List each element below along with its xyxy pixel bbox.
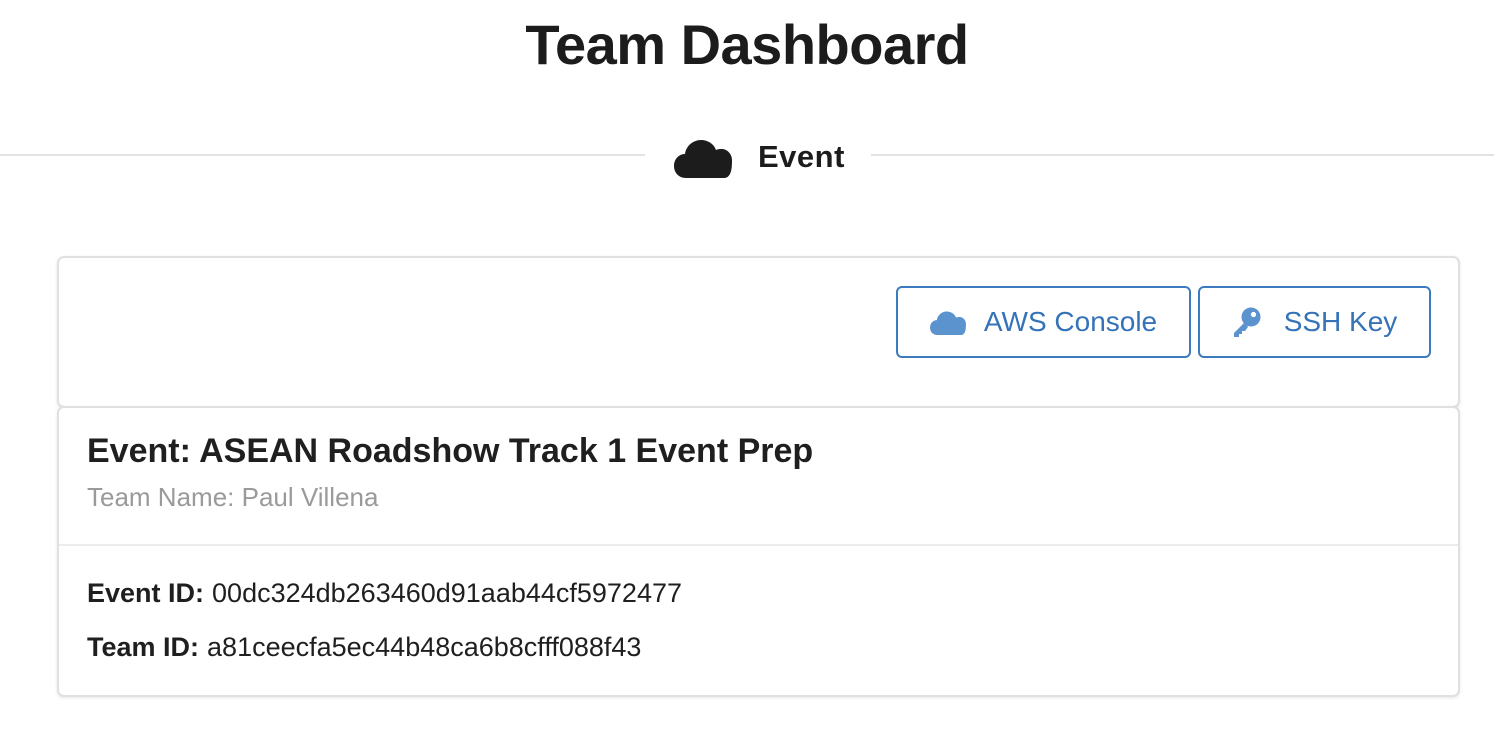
event-details-header: Event: ASEAN Roadshow Track 1 Event Prep… (59, 408, 1458, 546)
event-details-card: Event: ASEAN Roadshow Track 1 Event Prep… (57, 406, 1460, 697)
key-icon (1232, 306, 1262, 338)
ssh-key-button[interactable]: SSH Key (1198, 286, 1431, 358)
team-dashboard-page: Team Dashboard Event AWS Console SSH Key… (0, 0, 1494, 738)
section-title: Event (758, 139, 845, 174)
ssh-key-label: SSH Key (1283, 306, 1398, 337)
divider-line-right (871, 154, 1494, 156)
event-title: Event: ASEAN Roadshow Track 1 Event Prep (87, 432, 814, 470)
cloud-icon (674, 136, 732, 178)
section-header: Event (674, 132, 845, 182)
page-title: Team Dashboard (525, 13, 969, 76)
aws-console-button[interactable]: AWS Console (896, 286, 1191, 358)
event-id-label: Event ID: (87, 578, 205, 608)
team-name: Team Name: Paul Villena (87, 482, 379, 512)
event-id-value: 00dc324db263460d91aab44cf5972477 (212, 578, 682, 608)
team-id-row: Team ID: a81ceecfa5ec44b48ca6b8cfff088f43 (87, 632, 641, 663)
section-divider: Event (0, 126, 1494, 182)
divider-line-left (0, 154, 645, 156)
aws-console-label: AWS Console (983, 306, 1158, 337)
actions-card: AWS Console SSH Key (57, 256, 1460, 408)
cloud-icon (929, 309, 966, 335)
team-id-label: Team ID: (87, 632, 200, 662)
event-id-row: Event ID: 00dc324db263460d91aab44cf597247… (87, 578, 682, 609)
team-id-value: a81ceecfa5ec44b48ca6b8cfff088f43 (207, 632, 642, 662)
